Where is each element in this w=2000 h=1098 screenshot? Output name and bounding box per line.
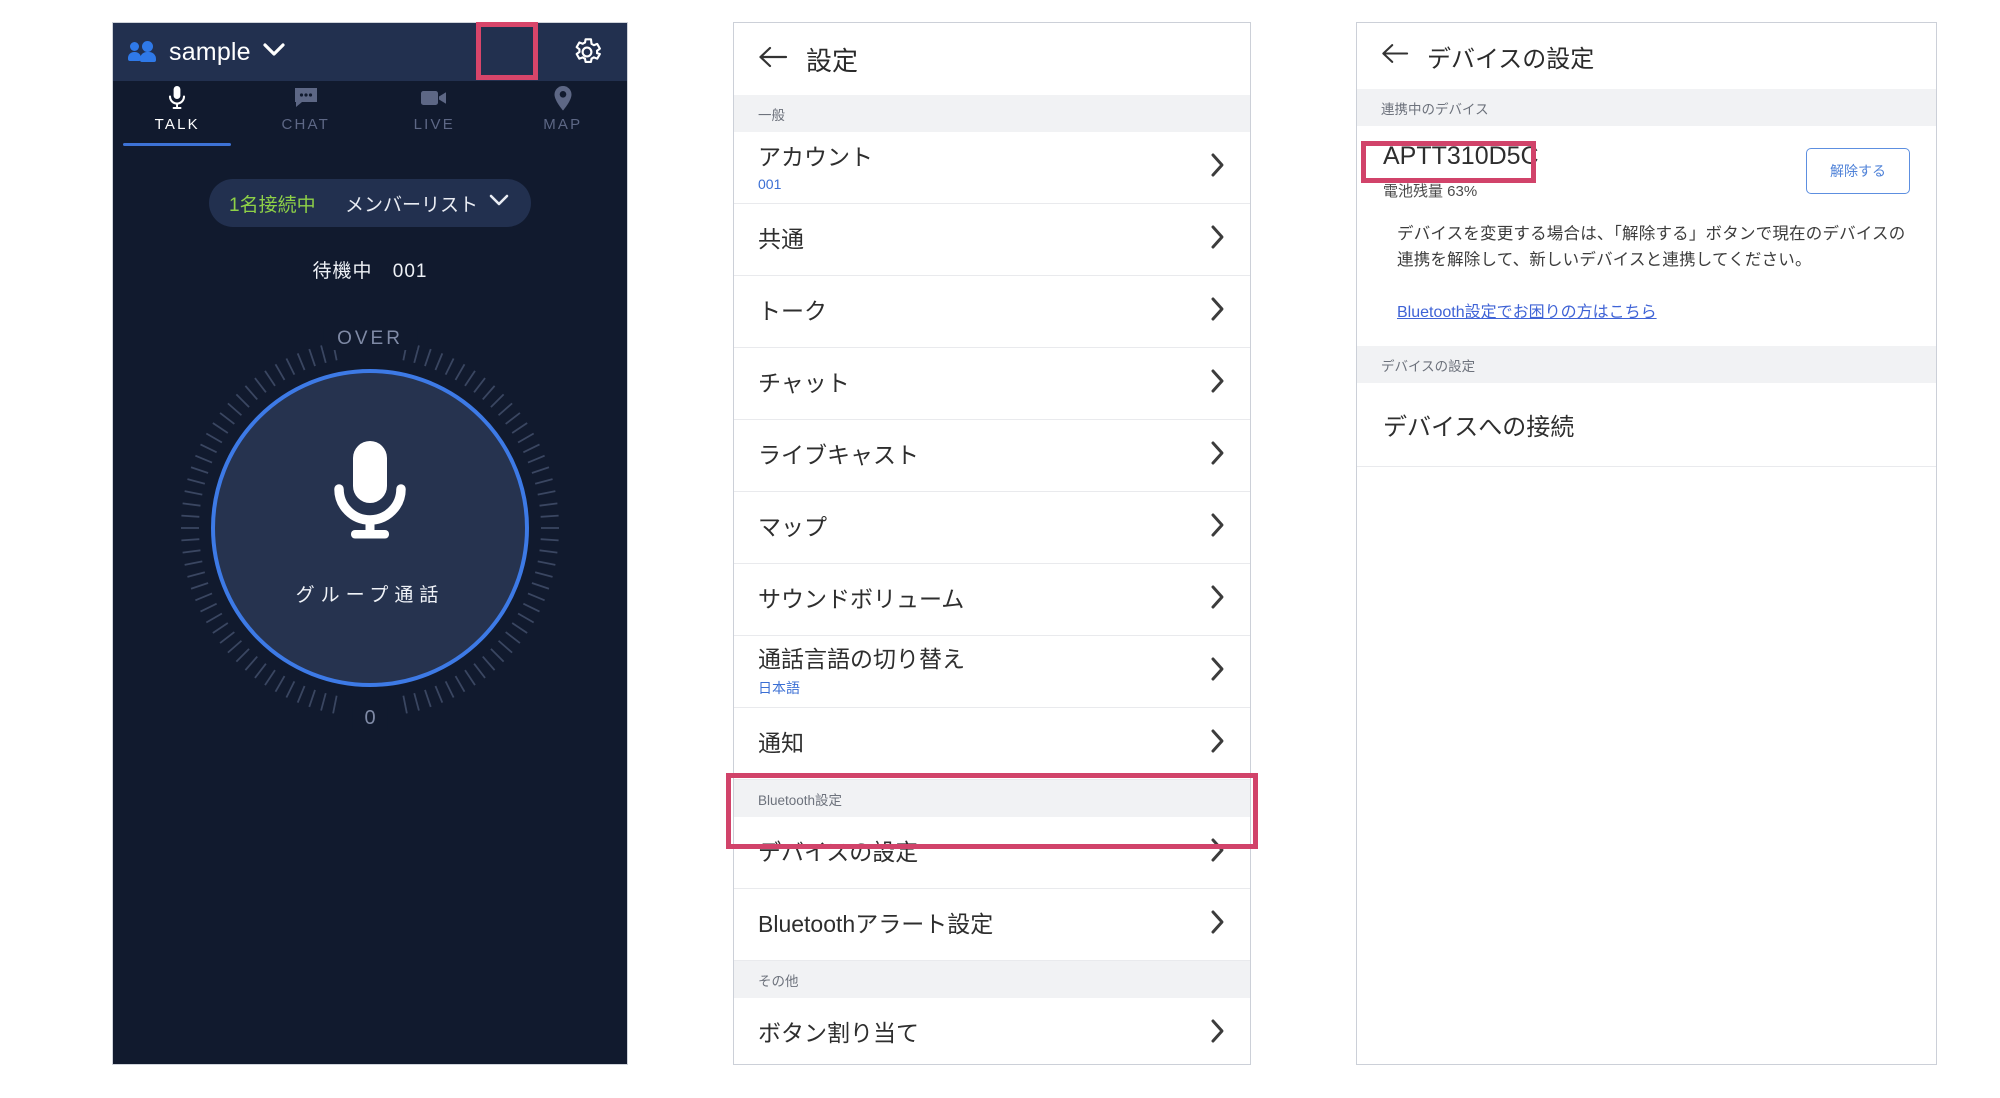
phone-screen: sample TALK CHAT LIVE MAP 1名接続中 メンバーリスト … (112, 22, 628, 1065)
settings-row[interactable]: マップ (734, 492, 1250, 564)
device-name: APTT310D5C (1383, 142, 1539, 170)
settings-row-title: サウンドボリューム (758, 586, 965, 613)
standby-label: 待機中 (312, 261, 373, 282)
device-settings-header: デバイスの設定 (1357, 23, 1936, 89)
settings-panel: 設定 一般アカウント 001 共通トークチャットライブキャスト マップサウンドボリュー… (733, 22, 1251, 1065)
gear-icon[interactable] (569, 34, 605, 70)
section-header-paired-device: 連携中のデバイス (1357, 89, 1936, 126)
settings-row-title: マップ (758, 514, 827, 541)
settings-row[interactable]: デバイスの設定 (734, 817, 1250, 889)
device-battery-status: 電池残量 63% (1383, 183, 1478, 200)
chevron-right-icon[interactable] (1210, 296, 1226, 327)
chat-bubble-icon (292, 83, 320, 113)
settings-list: 一般 アカウント 001 共通 トーク チャット ライブキャスト マップ サウンドボリューム 通話… (734, 95, 1250, 1064)
tab-map-label: MAP (543, 116, 583, 133)
settings-row-title: デバイスの設定 (758, 839, 919, 866)
dial-zero-label: 0 (352, 707, 388, 730)
arrow-left-icon[interactable] (1381, 43, 1409, 69)
settings-row-title: ボタン割り当て (758, 1020, 919, 1047)
arrow-left-icon[interactable] (758, 46, 788, 73)
microphone-icon (322, 435, 418, 550)
settings-row-title: 通知 (758, 730, 804, 757)
tab-chat-label: CHAT (281, 116, 331, 133)
settings-row[interactable]: サウンドボリューム (734, 564, 1250, 636)
member-list-label: メンバーリスト (344, 194, 478, 216)
settings-row-subtitle: 日本語 (758, 680, 800, 697)
group-call-button[interactable]: グループ通話 (211, 369, 529, 687)
paired-device-row: APTT310D5C 電池残量 63% 解除する (1357, 126, 1936, 221)
phone-content: 1名接続中 メンバーリスト 待機中 001 OVER 0 グループ通話 (113, 143, 627, 1064)
chevron-right-icon[interactable] (1210, 728, 1226, 759)
member-list-pill[interactable]: 1名接続中 メンバーリスト (209, 179, 531, 227)
settings-row-title: 通話言語の切り替え (758, 645, 965, 672)
video-camera-icon (419, 83, 449, 113)
tab-live-label: LIVE (413, 116, 455, 133)
chevron-right-icon[interactable] (1210, 368, 1226, 399)
bluetooth-help-link[interactable]: Bluetooth設定でお困りの方はこちら (1357, 282, 1936, 346)
section-header: Bluetooth設定 (734, 780, 1250, 817)
settings-row[interactable]: 共通 (734, 204, 1250, 276)
settings-row[interactable]: 通話言語の切り替え日本語 (734, 636, 1250, 708)
tab-talk[interactable]: TALK (113, 81, 242, 146)
settings-row-title: Bluetoothアラート設定 (758, 911, 994, 938)
microphone-icon (165, 83, 189, 113)
settings-row-title: ライブキャスト (758, 442, 919, 469)
settings-row-title: トーク (758, 298, 827, 325)
chevron-right-icon[interactable] (1210, 512, 1226, 543)
standby-id: 001 (392, 261, 428, 282)
phone-tab-bar: TALK CHAT LIVE MAP (113, 81, 628, 146)
chevron-right-icon[interactable] (1210, 656, 1226, 687)
release-device-button[interactable]: 解除する (1806, 148, 1910, 194)
group-call-label: グループ通話 (295, 585, 445, 606)
settings-row[interactable]: アカウント 001 (734, 132, 1250, 204)
standby-status: 待機中 001 (113, 256, 627, 283)
tab-live[interactable]: LIVE (370, 81, 499, 143)
map-pin-icon (552, 83, 574, 113)
chevron-right-icon[interactable] (1210, 1018, 1226, 1049)
connected-count-label: 1名接続中 (229, 194, 316, 216)
device-change-description: デバイスを変更する場合は、「解除する」ボタンで現在のデバイスの連携を解除して、新… (1397, 225, 1906, 270)
chevron-down-icon[interactable] (263, 42, 285, 62)
chevron-right-icon[interactable] (1210, 584, 1226, 615)
chevron-right-icon[interactable] (1210, 440, 1226, 471)
settings-row-title: アカウント (758, 143, 873, 170)
device-settings-panel: デバイスの設定 連携中のデバイス APTT310D5C 電池残量 63% 解除す… (1356, 22, 1937, 1065)
settings-row-subtitle: 001 (758, 176, 782, 193)
group-name[interactable]: sample (169, 38, 251, 67)
chevron-right-icon[interactable] (1210, 909, 1226, 940)
group-people-icon (128, 41, 159, 63)
settings-row[interactable]: ライブキャスト (734, 420, 1250, 492)
tab-chat[interactable]: CHAT (242, 81, 371, 143)
settings-row[interactable]: ボタン割り当て (734, 998, 1250, 1064)
tab-talk-label: TALK (154, 116, 200, 133)
chevron-right-icon[interactable] (1210, 152, 1226, 183)
page-title: デバイスの設定 (1427, 45, 1595, 73)
page-title: 設定 (806, 45, 859, 76)
section-header: 一般 (734, 95, 1250, 132)
section-header-device-settings: デバイスの設定 (1357, 345, 1936, 383)
device-connection-row[interactable]: デバイスへの接続 (1357, 383, 1936, 467)
chevron-right-icon[interactable] (1210, 224, 1226, 255)
settings-row[interactable]: 通知 (734, 708, 1250, 780)
settings-row-title: 共通 (758, 226, 804, 253)
section-header: その他 (734, 961, 1250, 998)
settings-header: 設定 (734, 23, 1250, 95)
settings-row-title: チャット (758, 370, 850, 397)
phone-top-bar: sample (113, 23, 627, 81)
chevron-down-icon[interactable] (489, 194, 509, 212)
tab-map[interactable]: MAP (499, 81, 628, 143)
settings-row[interactable]: Bluetoothアラート設定 (734, 889, 1250, 961)
settings-row[interactable]: トーク (734, 276, 1250, 348)
talk-dial[interactable]: OVER 0 グループ通話 (180, 328, 560, 730)
dial-over-label: OVER (323, 328, 417, 350)
chevron-right-icon[interactable] (1210, 837, 1226, 868)
settings-row[interactable]: チャット (734, 348, 1250, 420)
